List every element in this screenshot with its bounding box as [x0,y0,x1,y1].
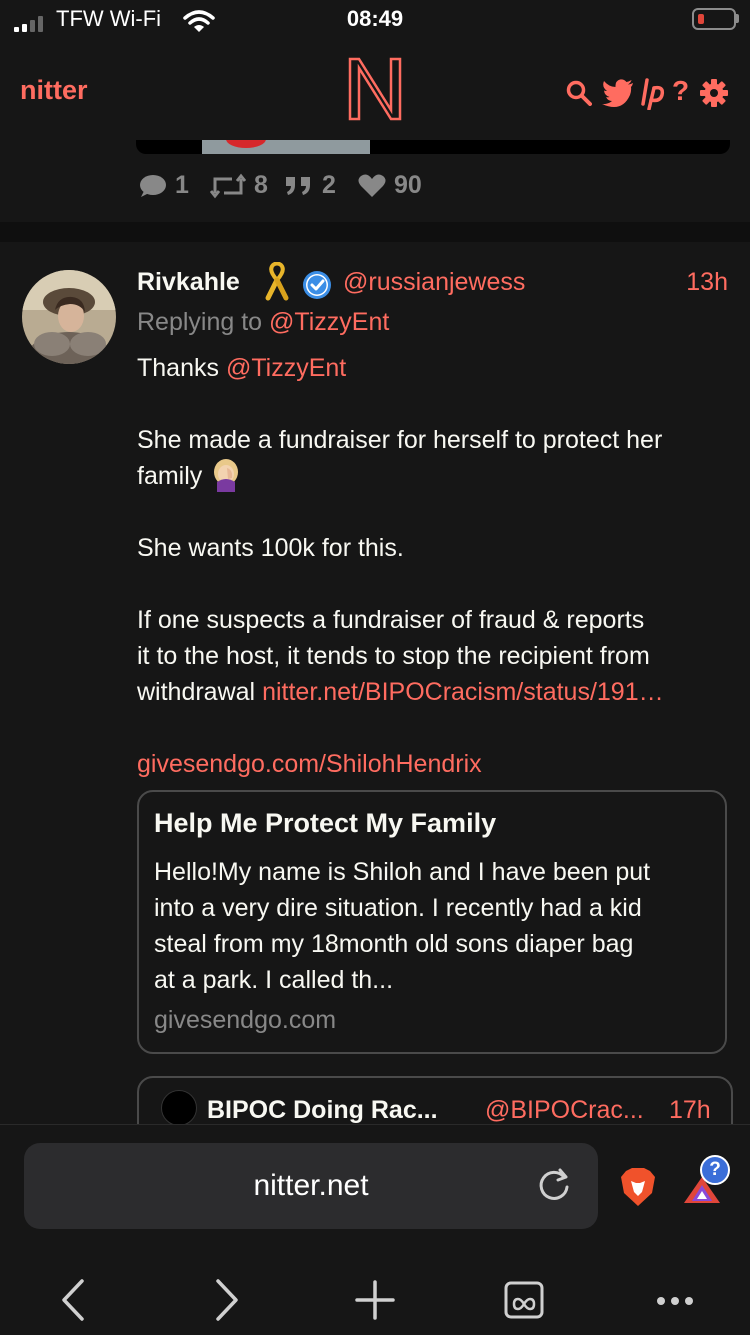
retweet-count-value: 8 [254,171,268,199]
back-icon[interactable] [50,1275,100,1325]
brave-rewards-button[interactable]: ? [682,1155,730,1205]
quote-icon [286,176,310,195]
card-description-line: steal from my 18month old sons diaper ba… [154,930,634,958]
tabs-icon[interactable] [500,1275,550,1325]
like-count[interactable]: 90 [358,171,422,200]
tweet-line: She made a fundraiser for herself to pro… [137,426,663,454]
yellow-ribbon-icon [265,262,289,301]
previous-tweet[interactable]: 1 8 2 90 [0,140,750,222]
search-icon[interactable] [566,80,592,106]
retweet-count[interactable]: 8 [210,171,268,200]
new-tab-plus-icon[interactable] [350,1275,400,1325]
avatar[interactable] [22,270,116,364]
reload-icon[interactable] [534,1165,574,1205]
forward-icon[interactable] [200,1275,250,1325]
tweet-line: givesendgo.com/ShilohHendrix [137,746,737,782]
clock: 08:49 [346,6,404,31]
status-bar: TFW Wi-Fi 08:49 [0,0,750,42]
replying-to-prefix: Replying to [137,308,263,336]
verified-badge-icon [303,271,331,299]
facepalm-emoji-icon [214,459,239,492]
like-count-value: 90 [394,171,422,199]
replying-to: Replying to @TizzyEnt [137,308,389,337]
tweet-content: Thanks @TizzyEnt She made a fundraiser f… [137,350,737,782]
comment-icon [140,174,166,197]
card-title: Help Me Protect My Family [154,808,497,838]
battery-icon [692,8,736,30]
status-link[interactable]: nitter.net/BIPOCracism/status/191… [262,678,664,706]
link-card[interactable]: Help Me Protect My Family Hello!My name … [137,790,727,1054]
tweet-username[interactable]: @russianjewess [343,268,525,297]
quoted-username[interactable]: @BIPOCrac... [485,1096,644,1125]
tweet-line: Thanks @TizzyEnt [137,350,737,386]
media-thumbnail [202,140,370,154]
reply-count-value: 1 [175,171,189,199]
quote-count-value: 2 [322,171,336,199]
card-description-line: into a very dire situation. I recently h… [154,894,642,922]
brave-shields-icon[interactable] [620,1167,656,1207]
battery-nub [736,14,739,23]
tweet-line: family [137,458,737,494]
card-description-line: at a park. I called th... [154,966,394,994]
top-navbar: nitter ? [0,42,750,140]
more-options-icon[interactable] [650,1275,700,1325]
card-destination: givesendgo.com [154,1006,337,1034]
tweet-line: withdrawal nitter.net/BIPOCracism/status… [137,674,737,710]
tweet-line: If one suspects a fundraiser of fraud & … [137,606,645,634]
fundraiser-link[interactable]: givesendgo.com/ShilohHendrix [137,750,482,778]
site-brand[interactable]: nitter [20,75,88,106]
tweet-line: it to the host, it tends to stop the rec… [137,642,650,670]
tweet-line-text: withdrawal [137,678,256,706]
quoted-timestamp[interactable]: 17h [669,1096,711,1125]
retweet-icon [210,173,246,198]
settings-icon[interactable] [700,79,728,107]
tweet-line-text: family [137,462,203,490]
quote-count[interactable]: 2 [284,171,336,200]
help-icon[interactable]: ? [672,75,689,107]
thanks-text: Thanks [137,354,219,382]
tweet-timestamp[interactable]: 13h [600,268,728,297]
card-description: Hello!My name is Shiloh and I have been … [154,854,714,998]
quoted-avatar[interactable] [161,1090,197,1126]
url-text[interactable]: nitter.net [24,1169,598,1203]
tweet[interactable]: Rivkahle @russianjewess 13h Replying to … [0,242,750,1136]
lp-icon[interactable] [640,78,666,110]
twitter-bird-icon[interactable] [602,79,634,107]
media-detail [226,140,266,148]
previous-tweet-media[interactable] [136,140,730,154]
address-bar[interactable]: nitter.net [24,1143,598,1229]
tweet-line: She wants 100k for this. [137,534,404,562]
reply-count[interactable]: 1 [137,171,189,200]
tweet-fullname[interactable]: Rivkahle [137,268,240,297]
nitter-logo-icon[interactable] [347,56,403,122]
notification-badge: ? [700,1155,730,1185]
browser-toolbar: nitter.net ? [0,1124,750,1335]
mention-link[interactable]: @TizzyEnt [226,354,346,382]
replying-to-link[interactable]: @TizzyEnt [269,308,389,336]
quoted-fullname[interactable]: BIPOC Doing Rac... [207,1096,438,1125]
battery-level [698,14,704,24]
heart-icon [358,174,386,197]
card-description-line: Hello!My name is Shiloh and I have been … [154,858,651,886]
